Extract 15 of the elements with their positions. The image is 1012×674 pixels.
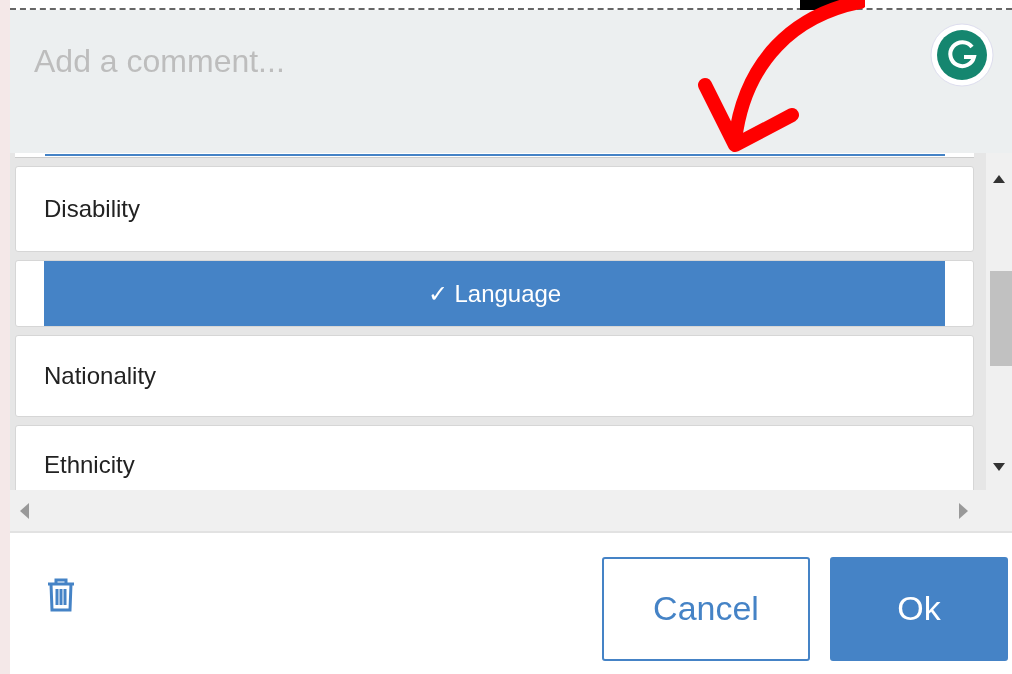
scroll-up-icon[interactable] bbox=[993, 175, 1005, 183]
trash-icon[interactable] bbox=[46, 576, 76, 613]
option-item[interactable]: ✓ Language bbox=[44, 261, 945, 326]
scroll-down-icon[interactable] bbox=[993, 463, 1005, 471]
scroll-right-icon[interactable] bbox=[959, 502, 968, 519]
option-item[interactable]: Ethnicity bbox=[44, 451, 135, 479]
scroll-left-icon[interactable] bbox=[20, 502, 29, 519]
grammarly-icon[interactable] bbox=[930, 23, 994, 87]
cancel-button[interactable]: Cancel bbox=[602, 556, 810, 661]
scroll-thumb[interactable] bbox=[990, 271, 1012, 366]
horizontal-scrollbar[interactable] bbox=[10, 490, 1012, 533]
vertical-scrollbar[interactable] bbox=[986, 153, 1012, 490]
option-item[interactable]: Nationality bbox=[44, 362, 157, 390]
option-item[interactable]: Disability bbox=[44, 195, 141, 223]
ok-button[interactable]: Ok bbox=[830, 556, 1008, 661]
